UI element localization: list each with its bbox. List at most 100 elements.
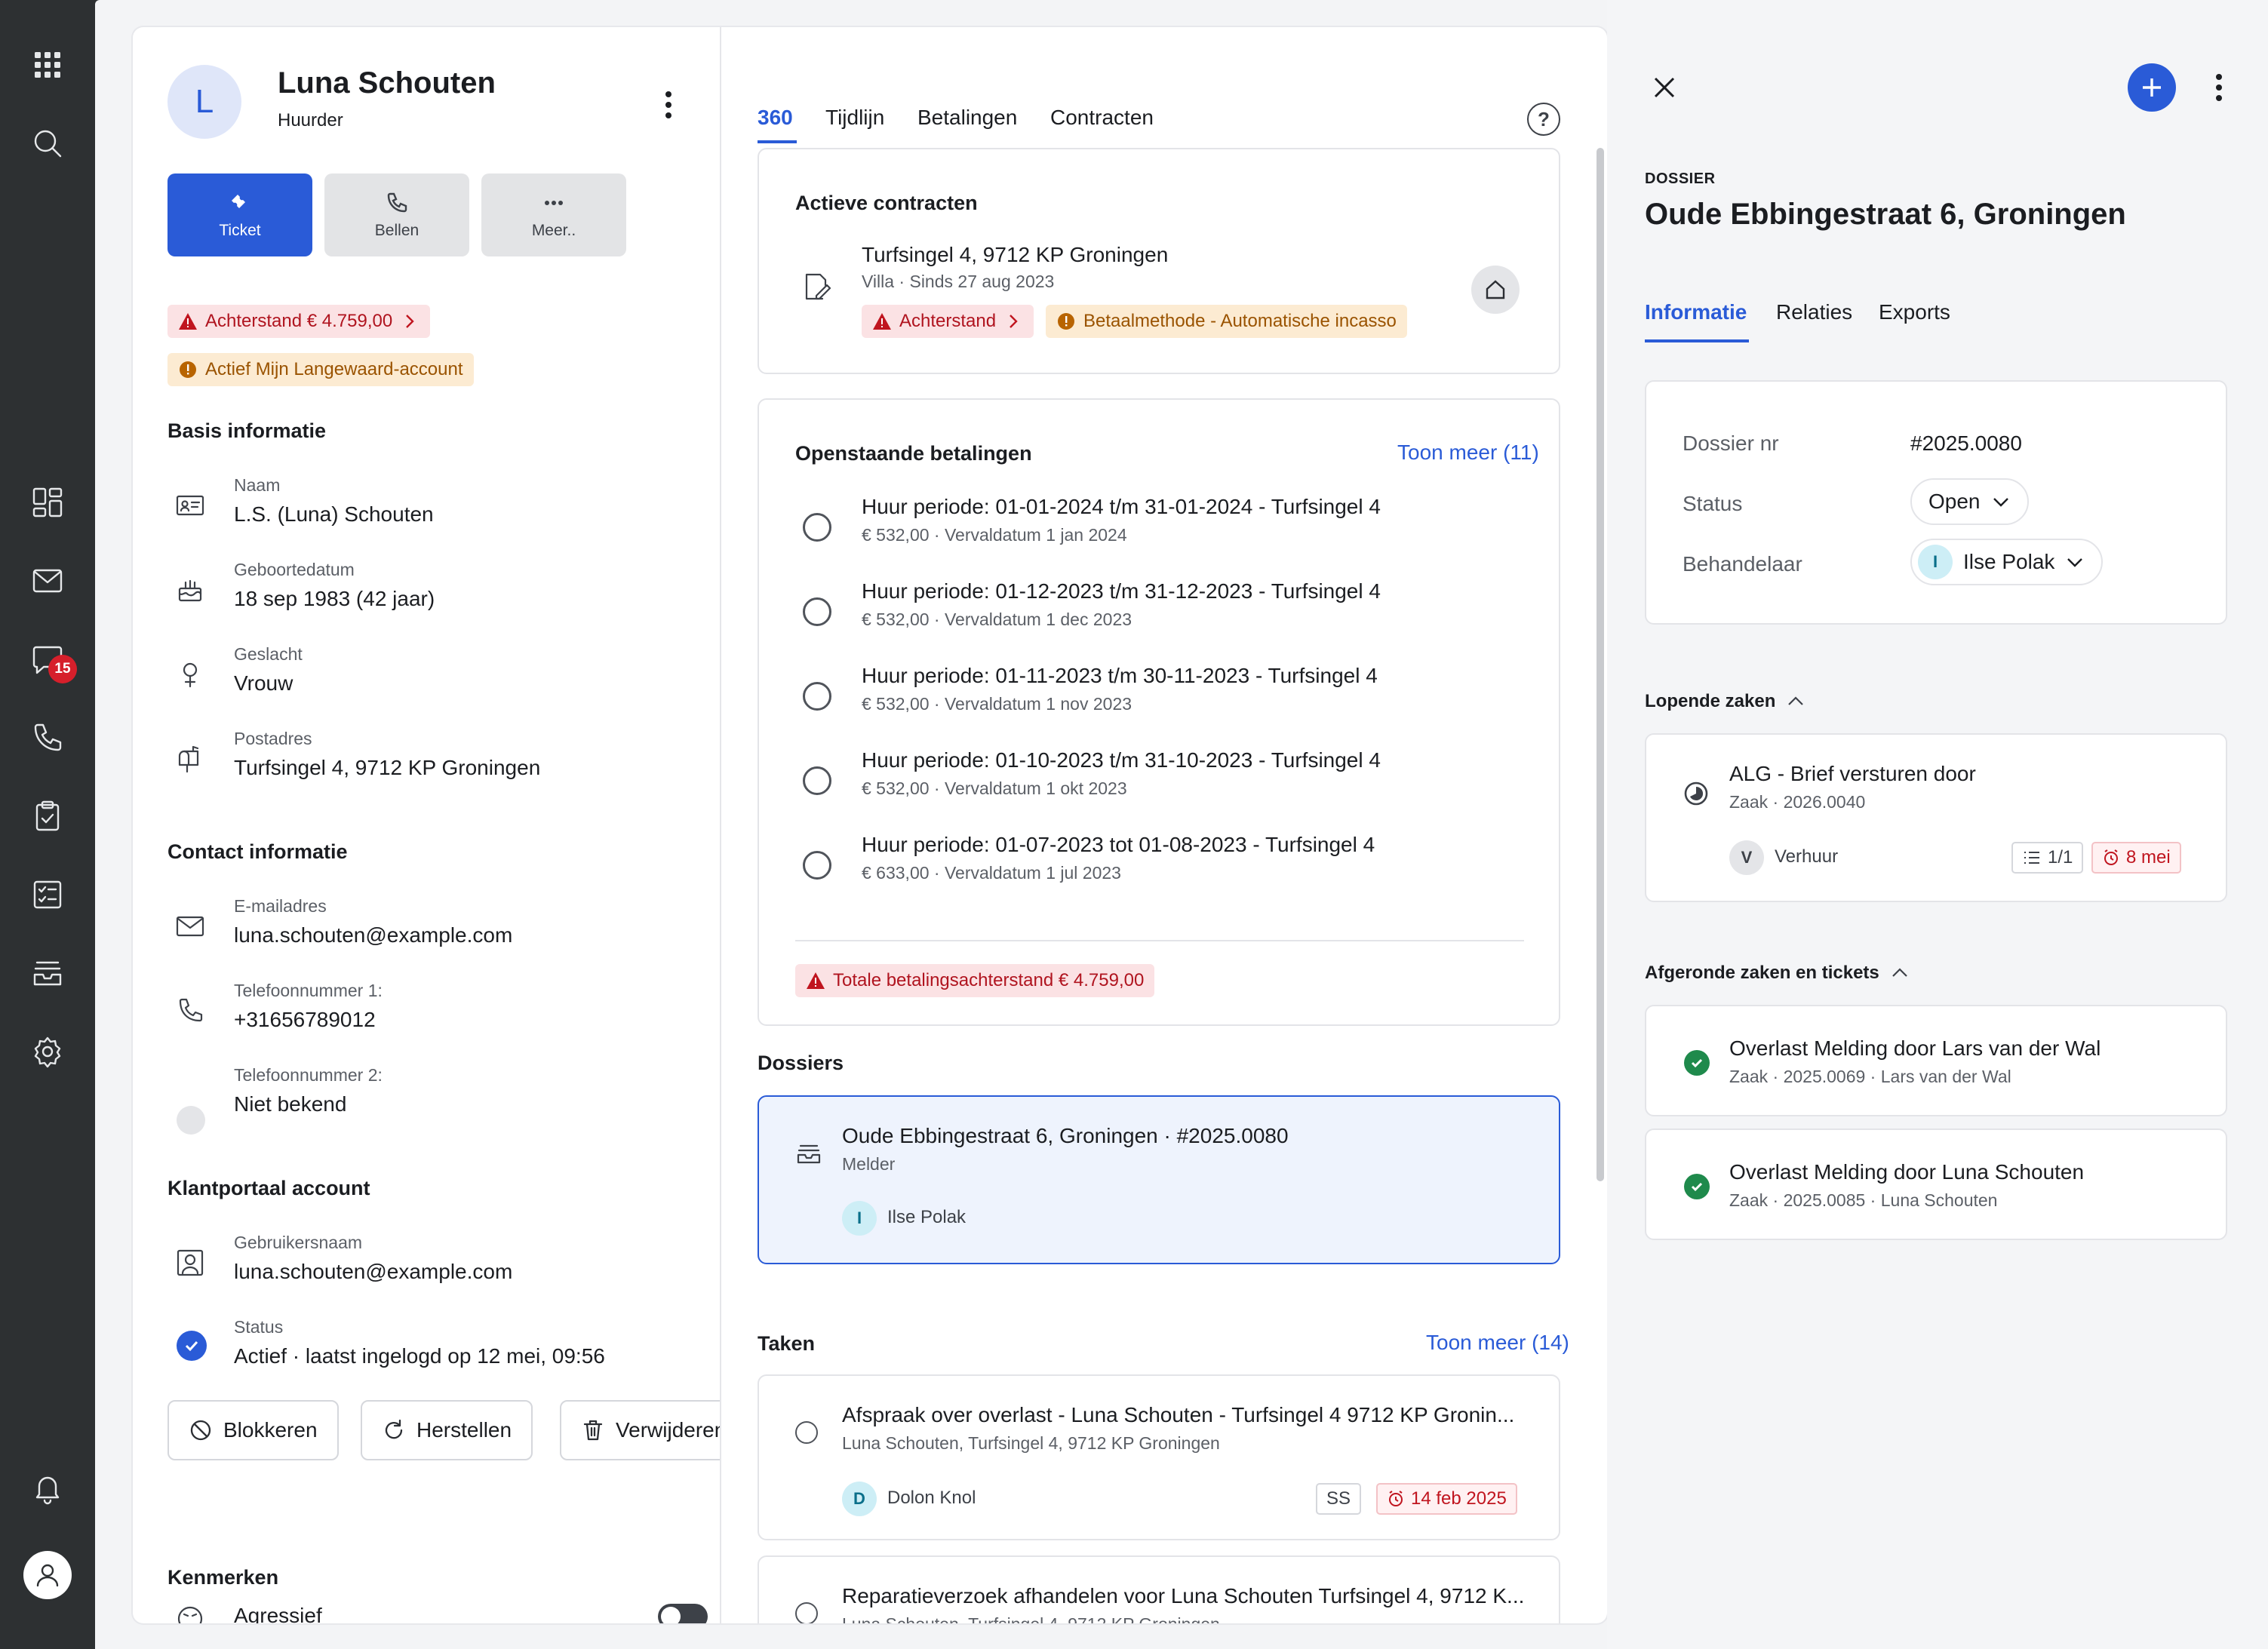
dossier-item[interactable]: Oude Ebbingestraat 6, Groningen · #2025.…	[758, 1095, 1560, 1264]
task-radio[interactable]	[795, 1421, 818, 1444]
contact-role: Huurder	[278, 110, 343, 131]
ticket-icon	[232, 195, 245, 208]
finished-cases-title: Afgeronde zaken en tickets	[1645, 963, 1879, 983]
call-label: Bellen	[374, 222, 419, 239]
phone1-value[interactable]: +31656789012	[234, 1008, 376, 1032]
inbox-tray-icon	[792, 1138, 825, 1171]
envelope-icon	[174, 910, 207, 943]
call-button[interactable]: Bellen	[324, 173, 469, 256]
finished-cases-header[interactable]: Afgeronde zaken en tickets	[1645, 963, 1910, 984]
payment-radio[interactable]	[803, 597, 831, 626]
payment-radio[interactable]	[803, 766, 831, 795]
block-icon	[190, 1420, 211, 1441]
contract-arrears-chip[interactable]: Achterstand	[862, 305, 1034, 338]
trash-icon	[583, 1420, 603, 1441]
dossier-item-title: Oude Ebbingestraat 6, Groningen · #2025.…	[842, 1124, 1289, 1147]
payment-method-text: Betaalmethode - Automatische incasso	[1083, 311, 1397, 331]
task-radio[interactable]	[795, 1602, 818, 1623]
settings-gear-icon[interactable]	[25, 1029, 70, 1074]
dossier-panel: DOSSIER Oude Ebbingestraat 6, Groningen …	[1607, 0, 2268, 1649]
email-value[interactable]: luna.schouten@example.com	[234, 923, 512, 947]
account-alert: Actief Mijn Langewaard-account	[167, 353, 474, 386]
contract-address[interactable]: Turfsingel 4, 9712 KP Groningen	[862, 243, 1168, 267]
status-dropdown[interactable]: Open	[1910, 478, 2029, 525]
search-icon[interactable]	[25, 121, 70, 166]
dashboard-icon[interactable]	[25, 480, 70, 525]
payments-show-more-link[interactable]: Toon meer (11)	[1397, 441, 1539, 465]
running-case-due-badge: 8 mei	[2091, 842, 2181, 874]
overview-column: 360 Tijdlijn Betalingen Contracten ? Act…	[723, 27, 1607, 1623]
checklist-icon[interactable]	[25, 872, 70, 917]
warning-triangle-icon	[179, 313, 197, 330]
bell-icon[interactable]	[25, 1465, 70, 1510]
running-case-due: 8 mei	[2126, 847, 2171, 867]
contracts-title: Actieve contracten	[795, 192, 978, 214]
more-options-icon[interactable]	[653, 86, 684, 124]
finished-case-sub: Zaak · 2025.0085 · Luna Schouten	[1729, 1190, 1998, 1210]
more-actions-button[interactable]: Meer..	[481, 173, 626, 256]
running-cases-header[interactable]: Lopende zaken	[1645, 691, 1805, 712]
tab-relaties[interactable]: Relaties	[1776, 300, 1852, 324]
mail-icon[interactable]	[25, 558, 70, 603]
close-icon[interactable]	[1648, 71, 1681, 104]
more-options-icon[interactable]	[2208, 69, 2230, 106]
home-icon[interactable]	[1471, 266, 1520, 314]
email-label: E-mailadres	[234, 896, 327, 916]
tab-360[interactable]: 360	[758, 106, 793, 130]
payment-title[interactable]: Huur periode: 01-01-2024 t/m 31-01-2024 …	[862, 495, 1381, 519]
task-item[interactable]: Afspraak over overlast - Luna Schouten -…	[758, 1374, 1560, 1540]
refresh-icon	[385, 1419, 403, 1439]
username-value: luna.schouten@example.com	[234, 1260, 513, 1283]
user-avatar-icon[interactable]	[23, 1551, 72, 1599]
check-circle-icon	[177, 1331, 207, 1361]
task-title: Reparatieverzoek afhandelen voor Luna Sc…	[842, 1584, 1525, 1608]
task-item[interactable]: Reparatieverzoek afhandelen voor Luna Sc…	[758, 1555, 1560, 1623]
total-arrears-chip: Totale betalingsachterstand € 4.759,00	[795, 964, 1155, 997]
phone-icon[interactable]	[25, 715, 70, 760]
kenmerken-section-title: Kenmerken	[167, 1566, 279, 1589]
ticket-button[interactable]: Ticket	[167, 173, 312, 256]
block-button[interactable]: Blokkeren	[167, 1400, 339, 1460]
ticket-label: Ticket	[219, 222, 261, 239]
user-portrait-icon	[174, 1246, 207, 1279]
tasks-show-more-link[interactable]: Toon meer (14)	[1426, 1331, 1569, 1355]
payment-radio[interactable]	[803, 513, 831, 542]
tab-tijdlijn[interactable]: Tijdlijn	[825, 106, 884, 130]
tab-informatie[interactable]: Informatie	[1645, 300, 1747, 324]
payment-title[interactable]: Huur periode: 01-11-2023 t/m 30-11-2023 …	[862, 664, 1378, 688]
apps-grid-icon[interactable]	[25, 42, 70, 88]
finished-case-title: Overlast Melding door Luna Schouten	[1729, 1160, 2085, 1184]
scrollbar-thumb[interactable]	[1597, 148, 1604, 1181]
delete-button[interactable]: Verwijderen	[560, 1400, 720, 1460]
add-button[interactable]	[2128, 63, 2176, 112]
restore-label: Herstellen	[416, 1418, 512, 1442]
payment-title[interactable]: Huur periode: 01-10-2023 t/m 31-10-2023 …	[862, 748, 1381, 772]
payment-radio[interactable]	[803, 682, 831, 711]
payment-title[interactable]: Huur periode: 01-07-2023 tot 01-08-2023 …	[862, 833, 1375, 857]
tab-betalingen[interactable]: Betalingen	[917, 106, 1017, 130]
help-icon[interactable]: ?	[1527, 103, 1560, 136]
active-contracts-card: Actieve contracten Turfsingel 4, 9712 KP…	[758, 148, 1560, 374]
alarm-clock-icon	[2104, 849, 2118, 865]
finished-case-item[interactable]: Overlast Melding door Lars van der Wal Z…	[1645, 1005, 2227, 1116]
payment-title[interactable]: Huur periode: 01-12-2023 t/m 31-12-2023 …	[862, 579, 1381, 603]
inbox-tray-icon[interactable]	[25, 950, 70, 996]
contract-arrears-text: Achterstand	[899, 311, 997, 331]
phone-icon	[174, 994, 207, 1027]
task-due-text: 14 feb 2025	[1411, 1488, 1507, 1509]
running-case-item[interactable]: ALG - Brief versturen door Zaak · 2026.0…	[1645, 733, 2227, 902]
agressief-toggle[interactable]	[658, 1604, 708, 1623]
subtask-count-badge: 1/1	[2011, 842, 2084, 874]
contract-edit-icon	[798, 269, 836, 306]
tab-contracten[interactable]: Contracten	[1050, 106, 1154, 130]
handler-dropdown[interactable]: I Ilse Polak	[1910, 539, 2104, 585]
arrears-alert[interactable]: Achterstand € 4.759,00	[167, 305, 431, 338]
payment-radio[interactable]	[803, 851, 831, 880]
check-circle-icon	[1684, 1050, 1710, 1076]
restore-button[interactable]: Herstellen	[361, 1400, 533, 1460]
task-title: Afspraak over overlast - Luna Schouten -…	[842, 1403, 1515, 1426]
tab-exports[interactable]: Exports	[1879, 300, 1950, 324]
chat-unread-badge: 15	[48, 655, 77, 683]
clipboard-icon[interactable]	[25, 794, 70, 839]
finished-case-item[interactable]: Overlast Melding door Luna Schouten Zaak…	[1645, 1129, 2227, 1240]
